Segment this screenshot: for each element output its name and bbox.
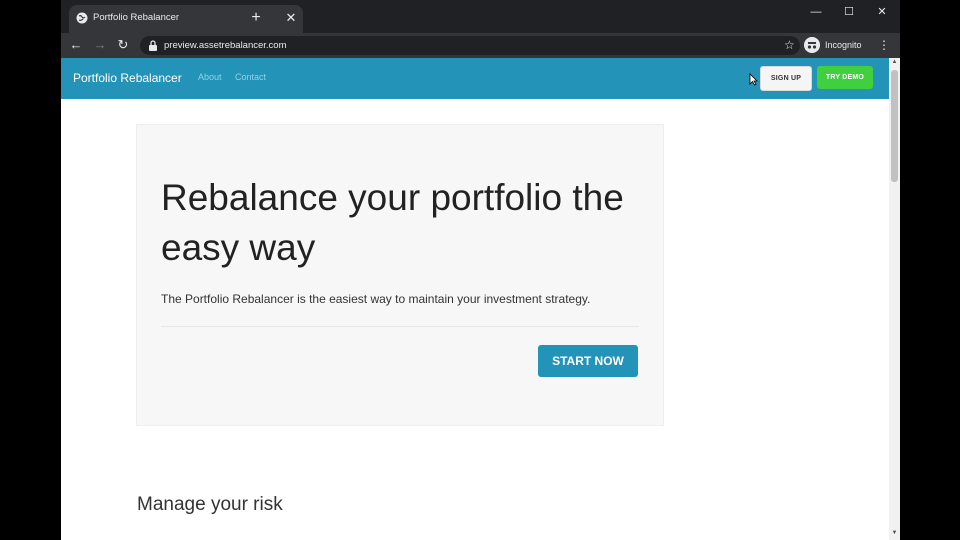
tab-title: Portfolio Rebalancer <box>93 12 180 23</box>
back-arrow-icon[interactable]: ← <box>68 37 84 53</box>
kebab-menu-icon[interactable]: ⋮ <box>878 37 890 53</box>
close-icon[interactable]: ✕ <box>284 11 298 25</box>
lock-icon <box>149 40 157 51</box>
scroll-up-icon[interactable]: ▲ <box>889 58 900 67</box>
section-heading: Manage your risk <box>137 494 283 515</box>
star-icon[interactable]: ☆ <box>784 38 795 53</box>
hero-panel: Rebalance your portfolio the easy way Th… <box>136 124 664 426</box>
maximize-icon[interactable]: ☐ <box>839 4 859 20</box>
sign-up-button[interactable]: SIGN UP <box>760 66 812 91</box>
tab-strip: Portfolio Rebalancer ✕ + — ☐ ✕ <box>61 0 900 33</box>
incognito-label: Incognito <box>825 40 862 50</box>
try-demo-button[interactable]: TRY DEMO <box>817 66 873 89</box>
reload-icon[interactable]: ↻ <box>115 37 131 53</box>
brand-link[interactable]: Portfolio Rebalancer <box>73 71 182 85</box>
scroll-down-icon[interactable]: ▼ <box>889 529 900 538</box>
scroll-thumb[interactable] <box>891 70 898 182</box>
nav-link-about[interactable]: About <box>198 72 222 82</box>
page-viewport: Portfolio Rebalancer About Contact SIGN … <box>61 58 889 540</box>
incognito-icon[interactable] <box>804 37 820 53</box>
cursor-icon <box>749 73 758 86</box>
hero-title: Rebalance your portfolio the easy way <box>161 177 624 268</box>
site-navbar: Portfolio Rebalancer About Contact SIGN … <box>61 58 889 99</box>
divider <box>161 326 639 327</box>
forward-arrow-icon[interactable]: → <box>92 37 108 53</box>
address-bar[interactable]: preview.assetrebalancer.com ☆ <box>140 36 800 55</box>
browser-toolbar: ← → ↻ preview.assetrebalancer.com ☆ Inco… <box>61 33 900 58</box>
plus-icon[interactable]: + <box>248 10 264 26</box>
globe-icon <box>76 12 88 24</box>
nav-link-contact[interactable]: Contact <box>235 72 266 82</box>
scrollbar[interactable]: ▲ ▼ <box>889 58 900 540</box>
url-text: preview.assetrebalancer.com <box>164 40 287 51</box>
start-now-button[interactable]: START NOW <box>538 345 638 377</box>
minimize-icon[interactable]: — <box>806 4 826 20</box>
close-window-icon[interactable]: ✕ <box>872 4 892 20</box>
hero-subtitle: The Portfolio Rebalancer is the easiest … <box>161 292 591 306</box>
browser-window: Portfolio Rebalancer ✕ + — ☐ ✕ ← → ↻ pre… <box>61 0 900 540</box>
browser-tab[interactable]: Portfolio Rebalancer ✕ <box>69 5 303 33</box>
